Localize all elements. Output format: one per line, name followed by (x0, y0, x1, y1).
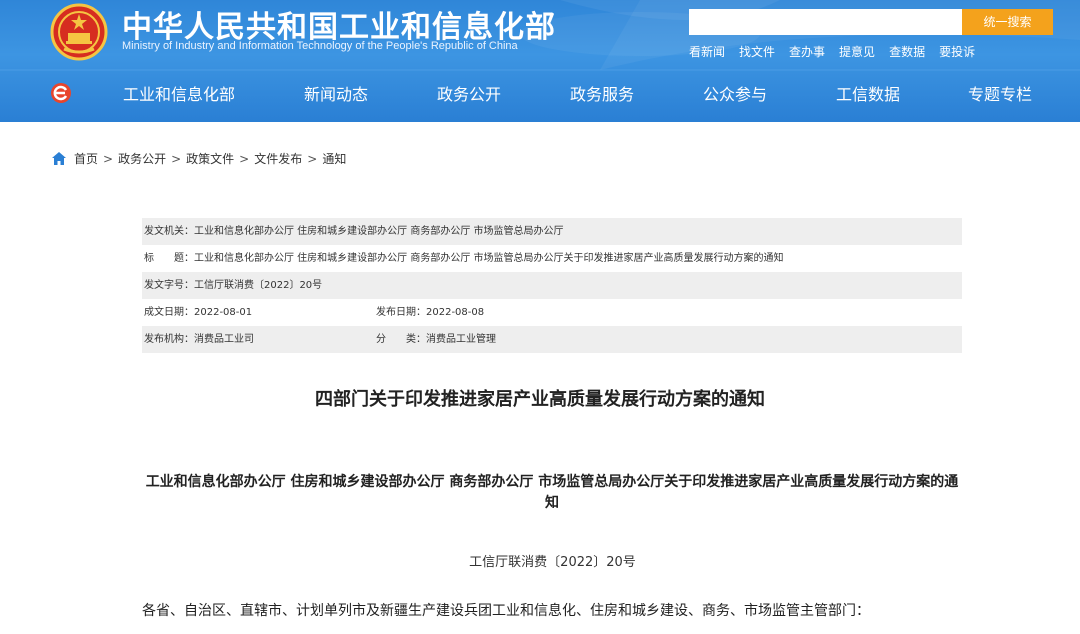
home-icon (52, 152, 66, 165)
breadcrumb-home[interactable]: 首页 (74, 150, 98, 167)
quick-link-files[interactable]: 找文件 (739, 43, 775, 60)
nav-item-data[interactable]: 工信数据 (836, 81, 900, 105)
quick-link-news[interactable]: 看新闻 (689, 43, 725, 60)
nav-item-public-participation[interactable]: 公众参与 (703, 81, 767, 105)
meta-category: 分 类：消费品工业管理 (376, 334, 496, 345)
meta-row-doc-number: 发文字号：工信厅联消费〔2022〕20号 (142, 272, 962, 299)
breadcrumb-separator: > (239, 151, 250, 166)
meta-doc-number: 发文字号：工信厅联消费〔2022〕20号 (144, 280, 323, 291)
quick-link-data[interactable]: 查数据 (889, 43, 925, 60)
breadcrumb-file-release[interactable]: 文件发布 (254, 150, 302, 167)
breadcrumb-notice[interactable]: 通知 (322, 150, 346, 167)
main-nav: 工业和信息化部 新闻动态 政务公开 政务服务 公众参与 工信数据 专题专栏 (0, 70, 1080, 114)
quick-links: 看新闻 找文件 查办事 提意见 查数据 要投诉 (689, 43, 989, 60)
breadcrumb-gov-affairs[interactable]: 政务公开 (118, 150, 166, 167)
nav-logo-icon[interactable] (50, 82, 72, 104)
nav-item-gov-affairs[interactable]: 政务公开 (437, 81, 501, 105)
quick-link-services[interactable]: 查办事 (789, 43, 825, 60)
nav-item-ministry[interactable]: 工业和信息化部 (123, 81, 235, 105)
unified-search-button[interactable]: 统一搜索 (962, 9, 1053, 35)
quick-link-complaint[interactable]: 要投诉 (939, 43, 975, 60)
meta-row-agency: 发布机构：消费品工业司 分 类：消费品工业管理 (142, 326, 962, 353)
meta-row-dates: 成文日期：2022-08-01 发布日期：2022-08-08 (142, 299, 962, 326)
breadcrumb-separator: > (307, 151, 318, 166)
search-input[interactable] (689, 9, 962, 35)
meta-agency: 发布机构：消费品工业司 (144, 334, 254, 345)
article-subtitle: 工业和信息化部办公厅 住房和城乡建设部办公厅 商务部办公厅 市场监管总局办公厅关… (145, 474, 959, 511)
meta-row-title: 标 题：工业和信息化部办公厅 住房和城乡建设部办公厅 商务部办公厅 市场监管总局… (142, 245, 962, 272)
national-emblem-icon (50, 3, 108, 61)
breadcrumb-separator: > (103, 151, 114, 166)
breadcrumb-separator: > (171, 151, 182, 166)
breadcrumb-policy-files[interactable]: 政策文件 (186, 150, 234, 167)
breadcrumb: 首页 > 政务公开 > 政策文件 > 文件发布 > 通知 (52, 150, 346, 167)
article-title: 四部门关于印发推进家居产业高质量发展行动方案的通知 (315, 389, 765, 410)
meta-title: 标 题：工业和信息化部办公厅 住房和城乡建设部办公厅 商务部办公厅 市场监管总局… (144, 253, 784, 264)
meta-published-date: 发布日期：2022-08-08 (376, 307, 485, 318)
nav-item-gov-services[interactable]: 政务服务 (570, 81, 634, 105)
article-salutation: 各省、自治区、直辖市、计划单列市及新疆生产建设兵团工业和信息化、住房和城乡建设、… (142, 603, 870, 619)
nav-item-special-topics[interactable]: 专题专栏 (968, 81, 1032, 105)
article-document-number: 工信厅联消费〔2022〕20号 (469, 555, 636, 570)
site-subtitle: Ministry of Industry and Information Tec… (122, 40, 518, 52)
meta-row-issuer: 发文机关：工业和信息化部办公厅 住房和城乡建设部办公厅 商务部办公厅 市场监管总… (142, 218, 962, 245)
nav-item-news[interactable]: 新闻动态 (304, 81, 368, 105)
meta-issuer: 发文机关：工业和信息化部办公厅 住房和城乡建设部办公厅 商务部办公厅 市场监管总… (144, 226, 564, 237)
quick-link-feedback[interactable]: 提意见 (839, 43, 875, 60)
site-header: 中华人民共和国工业和信息化部 Ministry of Industry and … (0, 0, 1080, 122)
meta-created-date: 成文日期：2022-08-01 (144, 307, 253, 318)
document-meta-table: 发文机关：工业和信息化部办公厅 住房和城乡建设部办公厅 商务部办公厅 市场监管总… (142, 218, 962, 353)
